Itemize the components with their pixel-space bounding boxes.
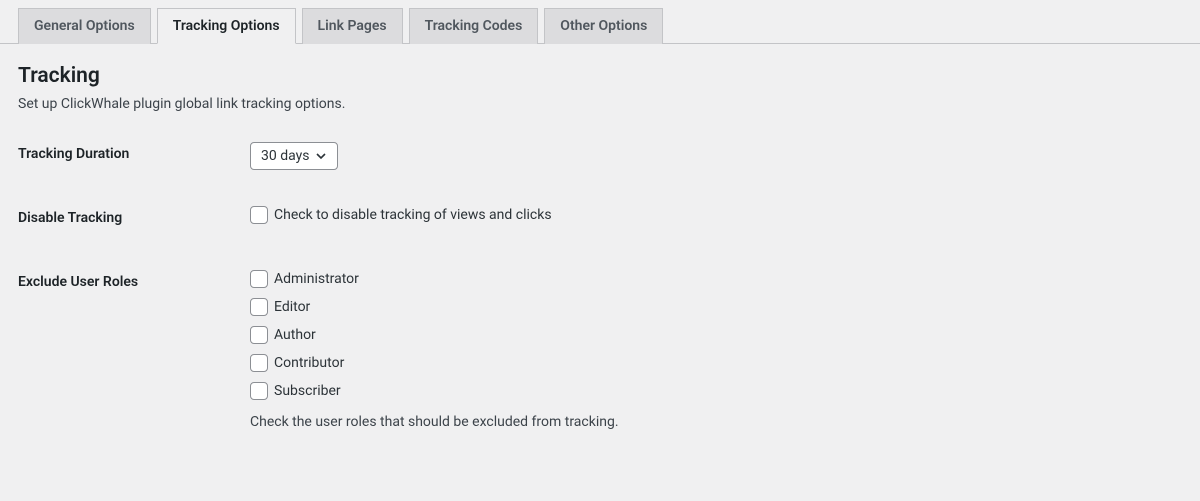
- role-checkbox-contributor[interactable]: [250, 354, 268, 372]
- role-row-author: Author: [250, 326, 1182, 344]
- tab-tracking-options[interactable]: Tracking Options: [157, 8, 296, 44]
- field-exclude-user-roles: Exclude User Roles Administrator Editor …: [18, 270, 1182, 430]
- role-row-administrator: Administrator: [250, 270, 1182, 288]
- exclude-roles-help: Check the user roles that should be excl…: [250, 414, 1182, 430]
- role-label-contributor: Contributor: [274, 355, 344, 371]
- disable-tracking-label: Disable Tracking: [18, 206, 250, 226]
- field-tracking-duration: Tracking Duration 30 days: [18, 142, 1182, 170]
- tab-content: Tracking Set up ClickWhale plugin global…: [0, 44, 1200, 460]
- role-row-subscriber: Subscriber: [250, 382, 1182, 400]
- tab-general-options[interactable]: General Options: [18, 8, 151, 44]
- role-label-administrator: Administrator: [274, 271, 359, 287]
- exclude-roles-label: Exclude User Roles: [18, 270, 250, 290]
- section-description: Set up ClickWhale plugin global link tra…: [18, 96, 1182, 112]
- role-label-editor: Editor: [274, 299, 310, 315]
- role-label-author: Author: [274, 327, 316, 343]
- section-title: Tracking: [18, 64, 1182, 88]
- tabs-nav: General Options Tracking Options Link Pa…: [0, 0, 1200, 44]
- tab-tracking-codes[interactable]: Tracking Codes: [409, 8, 539, 44]
- tab-other-options[interactable]: Other Options: [544, 8, 663, 44]
- disable-tracking-checkbox-label: Check to disable tracking of views and c…: [274, 207, 552, 223]
- disable-tracking-checkbox[interactable]: [250, 206, 268, 224]
- role-row-editor: Editor: [250, 298, 1182, 316]
- role-checkbox-subscriber[interactable]: [250, 382, 268, 400]
- role-checkbox-editor[interactable]: [250, 298, 268, 316]
- role-label-subscriber: Subscriber: [274, 383, 341, 399]
- chevron-down-icon: [315, 150, 327, 162]
- tracking-duration-select[interactable]: 30 days: [250, 142, 338, 170]
- role-checkbox-administrator[interactable]: [250, 270, 268, 288]
- tracking-duration-value: 30 days: [261, 148, 309, 164]
- role-row-contributor: Contributor: [250, 354, 1182, 372]
- role-checkbox-author[interactable]: [250, 326, 268, 344]
- tracking-duration-label: Tracking Duration: [18, 142, 250, 162]
- tab-link-pages[interactable]: Link Pages: [302, 8, 403, 44]
- field-disable-tracking: Disable Tracking Check to disable tracki…: [18, 206, 1182, 234]
- disable-tracking-checkbox-row: Check to disable tracking of views and c…: [250, 206, 1182, 224]
